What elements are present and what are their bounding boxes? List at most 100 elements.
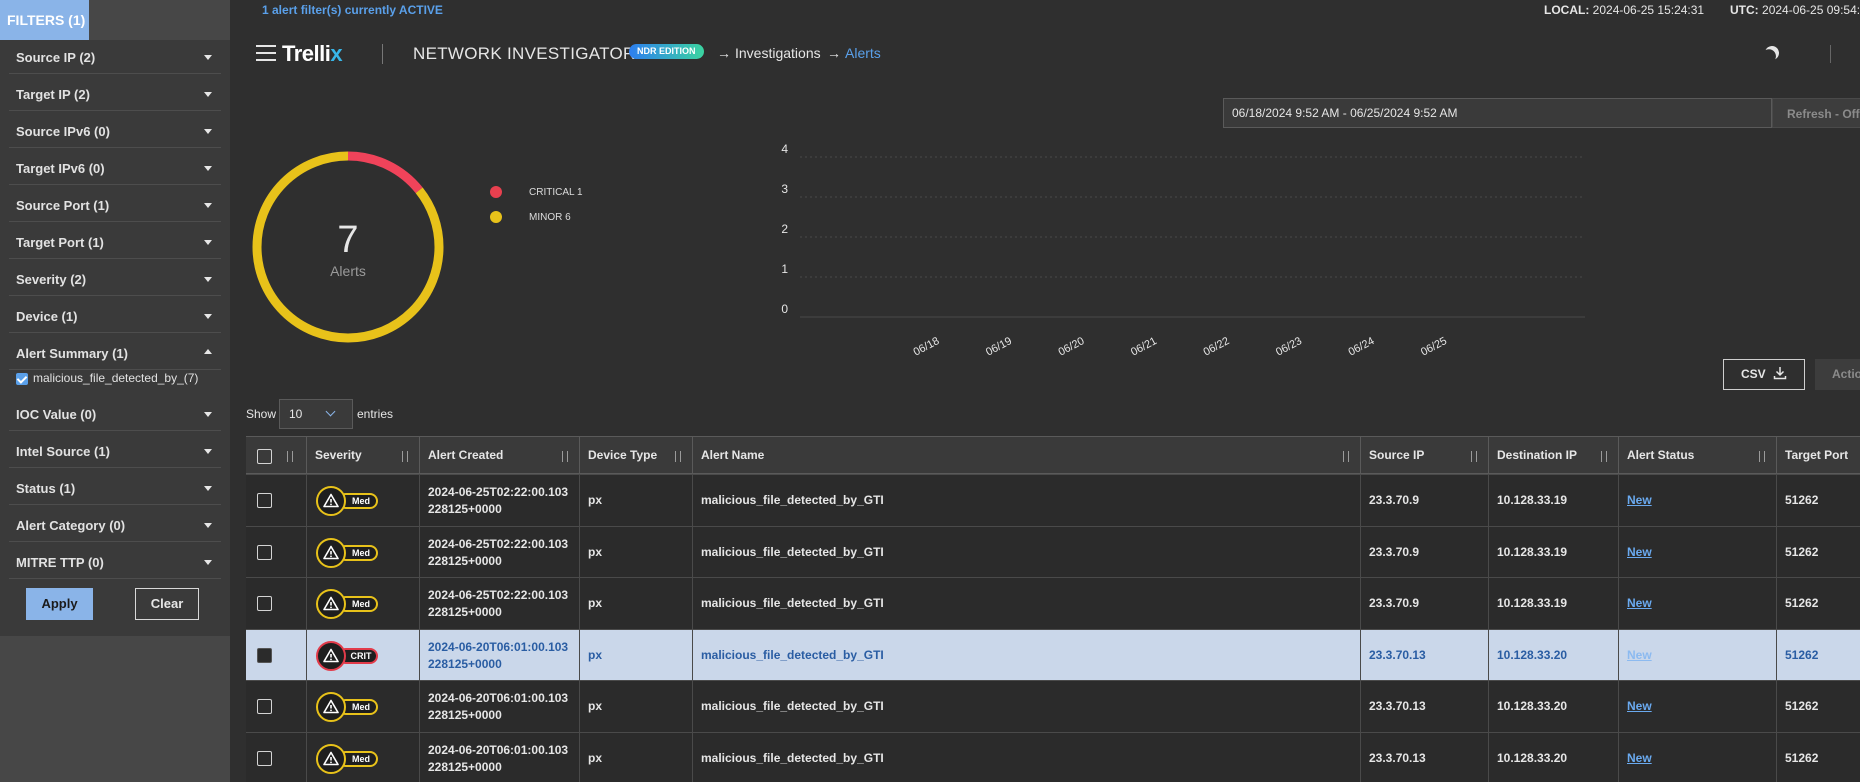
filter-item-label: MITRE TTP (0) xyxy=(16,555,104,570)
row-checkbox[interactable] xyxy=(257,544,272,560)
row-checkbox[interactable] xyxy=(257,647,272,663)
select-all-checkbox[interactable] xyxy=(257,449,272,464)
warning-icon xyxy=(316,743,346,774)
filter-item[interactable]: Source Port (1) xyxy=(9,188,221,222)
table-row[interactable]: Med 2024-06-25T02:22:00.103 228125+0000 px m… xyxy=(246,525,1860,578)
sort-icon[interactable] xyxy=(561,451,571,463)
filter-item[interactable]: Severity (2) xyxy=(9,262,221,296)
alert-name-value: malicious_file_detected_by_GTI xyxy=(701,544,884,559)
row-checkbox[interactable] xyxy=(257,750,272,766)
table-row[interactable]: Med 2024-06-25T02:22:00.103 228125+0000 px m… xyxy=(246,577,1860,629)
alert-created-value: 2024-06-20T06:01:00.103 228125+0000 xyxy=(428,742,568,776)
entries-per-page-select[interactable]: 10 xyxy=(279,399,353,429)
severity-badge: CRIT xyxy=(316,640,380,671)
filter-item[interactable]: Alert Category (0) xyxy=(9,508,221,542)
alert-status-link[interactable]: New xyxy=(1627,699,1652,713)
source-ip-value: 23.3.70.9 xyxy=(1369,493,1420,507)
target-port-value: 51262 xyxy=(1785,544,1819,559)
breadcrumb-investigations[interactable]: Investigations xyxy=(735,45,821,61)
severity-cell: CRIT xyxy=(306,629,419,681)
chevron-down-icon xyxy=(204,203,212,208)
column-header-alert-status[interactable]: Alert Status xyxy=(1618,437,1776,475)
alert-status-link[interactable]: New xyxy=(1627,493,1652,507)
column-header-device-type[interactable]: Device Type xyxy=(579,437,692,475)
filter-item[interactable]: Intel Source (1) xyxy=(9,434,221,468)
alert-status-cell: New xyxy=(1618,629,1776,681)
destination-ip-cell: 10.128.33.19 xyxy=(1488,578,1618,629)
menu-icon[interactable] xyxy=(256,45,276,61)
filter-item[interactable]: Source IP (2) xyxy=(9,40,221,74)
column-header-target-port[interactable]: Target Port xyxy=(1776,437,1860,475)
severity-cell: Med xyxy=(306,526,419,578)
csv-export-button[interactable]: CSV xyxy=(1723,359,1805,390)
alert-name-cell: malicious_file_detected_by_GTI xyxy=(692,475,1360,526)
critical-legend-label[interactable]: CRITICAL 1 xyxy=(529,187,583,198)
filter-item[interactable]: Source IPv6 (0) xyxy=(9,114,221,148)
filter-item[interactable]: IOC Value (0) xyxy=(9,397,221,431)
sort-icon[interactable] xyxy=(1470,451,1480,463)
table-row[interactable]: CRIT 2024-06-20T06:01:00.103 228125+0000 px… xyxy=(246,628,1860,681)
y-tick-label: 4 xyxy=(781,142,788,156)
alert-created-value: 2024-06-20T06:01:00.103 228125+0000 xyxy=(428,639,568,673)
actions-button[interactable]: Actions xyxy=(1815,359,1860,390)
destination-ip-cell: 10.128.33.19 xyxy=(1488,526,1618,578)
filter-item[interactable]: Status (1) xyxy=(9,471,221,505)
refresh-button[interactable]: Refresh - Off xyxy=(1772,98,1860,128)
date-range-input[interactable]: 06/18/2024 9:52 AM - 06/25/2024 9:52 AM xyxy=(1223,98,1772,128)
table-row[interactable]: Med 2024-06-20T06:01:00.103 228125+0000 px m… xyxy=(246,680,1860,732)
row-checkbox[interactable] xyxy=(257,596,272,611)
sort-icon[interactable] xyxy=(286,451,296,463)
sort-icon[interactable] xyxy=(1342,451,1352,463)
target-port-value: 51262 xyxy=(1785,699,1819,713)
y-tick-label: 3 xyxy=(781,182,788,196)
source-ip-cell: 23.3.70.13 xyxy=(1360,732,1488,782)
sort-icon[interactable] xyxy=(1758,451,1768,463)
alert-created-offset: 228125+0000 xyxy=(428,502,502,516)
utc-time-value: 2024-06-25 09:54:31 xyxy=(1762,3,1860,17)
alert-summary-option-checkbox[interactable] xyxy=(16,373,28,385)
minor-legend-dot xyxy=(490,211,502,223)
filter-item[interactable]: Target Port (1) xyxy=(9,225,221,259)
filter-item[interactable]: Target IP (2) xyxy=(9,77,221,111)
local-time: LOCAL: 2024-06-25 15:24:31 xyxy=(1544,3,1704,17)
column-header-alert-name[interactable]: Alert Name xyxy=(692,437,1360,475)
breadcrumb-alerts[interactable]: Alerts xyxy=(845,45,881,61)
alert-status-link[interactable]: New xyxy=(1627,751,1652,765)
clear-button[interactable]: Clear xyxy=(135,588,199,620)
filter-item[interactable]: Target IPv6 (0) xyxy=(9,151,221,185)
alert-status-link[interactable]: New xyxy=(1627,648,1652,662)
filter-item[interactable]: Alert Summary (1) xyxy=(9,336,221,370)
column-header-destination-ip[interactable]: Destination IP xyxy=(1488,437,1618,475)
alert-status-link[interactable]: New xyxy=(1627,596,1652,610)
row-checkbox[interactable] xyxy=(257,493,272,508)
sort-icon[interactable] xyxy=(1600,451,1610,463)
column-header-source-ip[interactable]: Source IP xyxy=(1360,437,1488,475)
filter-item[interactable]: Device (1) xyxy=(9,299,221,333)
filter-item-label: IOC Value (0) xyxy=(16,407,97,422)
alerts-table: Severity Alert Created Device Type Alert… xyxy=(246,436,1860,782)
minor-legend-label[interactable]: MINOR 6 xyxy=(529,212,571,223)
alert-status-link[interactable]: New xyxy=(1627,545,1652,559)
alert-status-cell: New xyxy=(1618,526,1776,578)
device-type-value: px xyxy=(588,596,603,610)
column-header-severity[interactable]: Severity xyxy=(306,437,419,475)
table-row[interactable]: Med 2024-06-25T02:22:00.103 228125+0000 px m… xyxy=(246,474,1860,526)
alert-created-value: 2024-06-20T06:01:00.103 228125+0000 xyxy=(428,690,568,724)
sort-icon[interactable] xyxy=(674,451,684,463)
row-checkbox[interactable] xyxy=(257,699,272,714)
alert-status-cell: New xyxy=(1618,732,1776,782)
sort-icon[interactable] xyxy=(401,451,411,463)
filter-item-label: Alert Summary (1) xyxy=(16,346,128,361)
apply-button[interactable]: Apply xyxy=(26,588,93,620)
column-header-alert-created[interactable]: Alert Created xyxy=(419,437,579,475)
dark-mode-toggle-icon[interactable] xyxy=(1763,44,1781,62)
device-type-cell: px xyxy=(579,629,692,681)
filter-item-label: Target IP (2) xyxy=(16,87,90,102)
filter-item[interactable]: MITRE TTP (0) xyxy=(9,545,221,579)
alert-name-cell: malicious_file_detected_by_GTI xyxy=(692,681,1360,732)
table-row[interactable]: Med 2024-06-20T06:01:00.103 228125+0000 px m… xyxy=(246,731,1860,782)
filters-tab[interactable]: FILTERS (1) xyxy=(0,0,89,40)
destination-ip-cell: 10.128.33.19 xyxy=(1488,475,1618,526)
edition-badge: NDR EDITION xyxy=(629,44,704,59)
alert-created-cell: 2024-06-20T06:01:00.103 228125+0000 xyxy=(419,629,579,681)
